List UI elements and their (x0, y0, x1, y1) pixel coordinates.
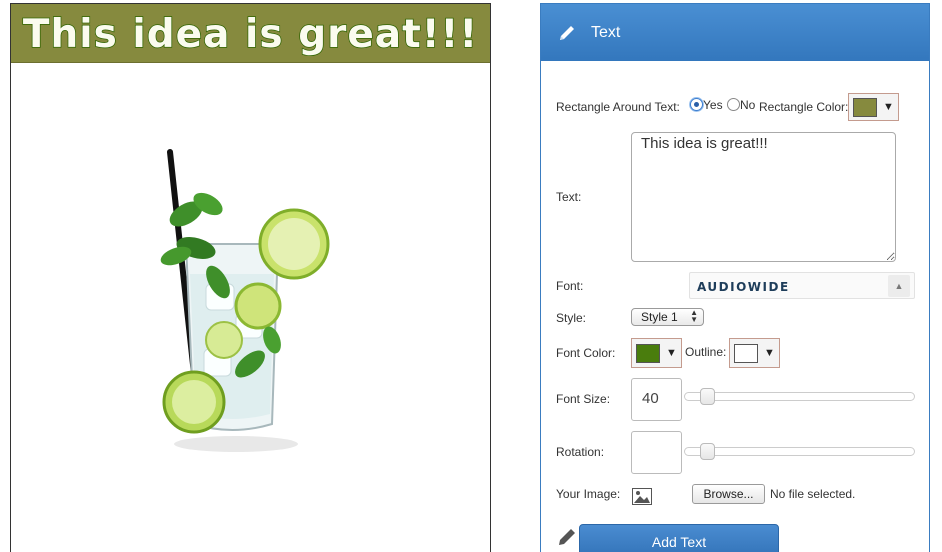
preview-canvas: This idea is great!!! (10, 3, 491, 552)
browse-button[interactable]: Browse... (692, 484, 765, 504)
outline-color-swatch (734, 343, 758, 363)
updown-arrows-icon: ▲ ▼ (690, 308, 698, 324)
font-size-label: Font Size: (556, 392, 611, 406)
rotation-label: Rotation: (556, 445, 605, 459)
style-value: Style 1 (641, 310, 678, 324)
outline-label: Outline: (685, 345, 727, 359)
rectangle-no-radio[interactable] (727, 98, 740, 111)
panel-header: Text (541, 4, 929, 61)
pencil-icon (559, 529, 575, 545)
font-selector[interactable]: AUDIOWIDE ▲ (689, 272, 915, 299)
rectangle-around-text-label: Rectangle Around Text: (556, 100, 680, 114)
your-image-label: Your Image: (556, 487, 621, 501)
text-label: Text: (556, 190, 582, 204)
banner-text: This idea is great!!! (22, 11, 479, 58)
font-color-swatch (636, 343, 660, 363)
outline-color-picker[interactable]: ▼ (729, 338, 780, 368)
triangle-up-icon[interactable]: ▲ (888, 275, 910, 297)
text-input[interactable]: This idea is great!!! (631, 132, 896, 262)
image-icon (632, 488, 652, 505)
rectangle-no-label: No (740, 98, 756, 112)
style-select[interactable]: Style 1 ▲ ▼ (631, 308, 704, 326)
add-text-button[interactable]: Add Text (579, 524, 779, 552)
font-size-slider[interactable] (684, 388, 915, 405)
font-size-slider-handle[interactable] (700, 388, 715, 405)
chevron-down-icon: ▼ (883, 101, 894, 113)
text-settings-panel: Text Rectangle Around Text: Yes No Recta… (540, 3, 930, 552)
chevron-down-icon: ▼ (764, 347, 775, 359)
panel-title: Text (591, 23, 621, 41)
chevron-down-icon: ▼ (666, 347, 677, 359)
rectangle-color-picker[interactable]: ▼ (848, 93, 899, 121)
style-label: Style: (556, 311, 587, 325)
rotation-slider[interactable] (684, 443, 915, 460)
pencil-icon (560, 25, 574, 40)
text-editor-screen: This idea is great!!! Text Rectangle Aro… (0, 0, 942, 552)
font-label: Font: (556, 279, 584, 293)
rectangle-yes-label: Yes (703, 98, 723, 112)
rectangle-color-swatch (853, 97, 877, 117)
rotation-input[interactable] (631, 431, 682, 474)
rectangle-yes-option[interactable]: Yes (690, 98, 723, 112)
font-name: AUDIOWIDE (697, 280, 790, 294)
rectangle-color-label: Rectangle Color: (759, 100, 849, 114)
rectangle-yes-radio[interactable] (690, 98, 703, 111)
font-color-picker[interactable]: ▼ (631, 338, 682, 368)
rotation-slider-handle[interactable] (700, 443, 715, 460)
font-size-input[interactable]: 40 (631, 378, 682, 421)
text-banner: This idea is great!!! (11, 4, 490, 63)
no-file-text: No file selected. (770, 487, 856, 501)
mojito-glass-image (160, 149, 330, 452)
rectangle-no-option[interactable]: No (727, 98, 755, 112)
font-color-label: Font Color: (556, 346, 616, 360)
